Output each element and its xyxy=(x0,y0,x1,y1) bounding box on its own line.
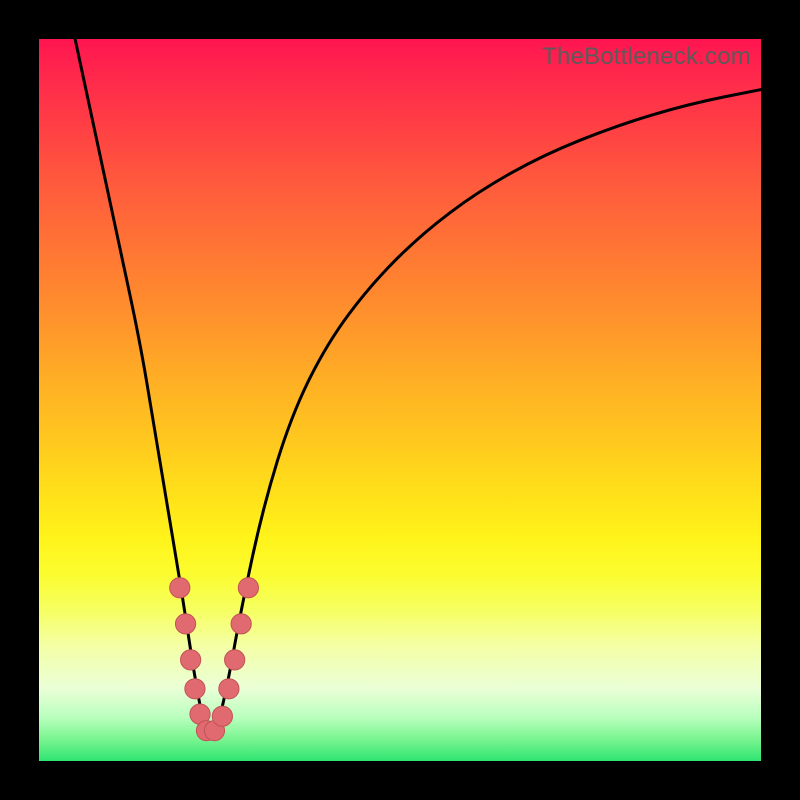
plot-area: TheBottleneck.com xyxy=(39,39,761,761)
bead xyxy=(231,614,251,634)
bead xyxy=(238,578,258,598)
bead xyxy=(181,650,201,670)
chart-frame: TheBottleneck.com xyxy=(0,0,800,800)
bead xyxy=(175,614,195,634)
bead xyxy=(225,650,245,670)
bead xyxy=(185,679,205,699)
curve-layer xyxy=(39,39,761,761)
bead xyxy=(212,706,232,726)
bead xyxy=(170,578,190,598)
bead xyxy=(219,679,239,699)
